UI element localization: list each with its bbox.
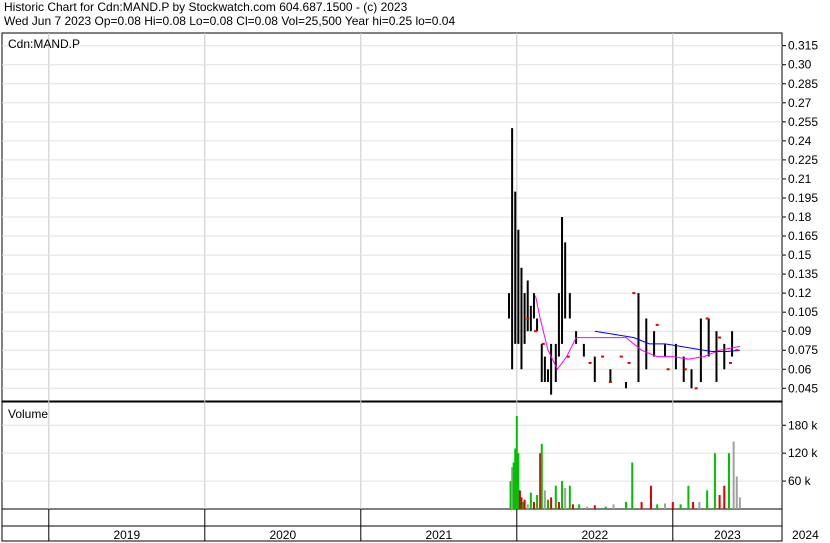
volume-bar	[529, 492, 532, 509]
price-tick-label: 0.18	[788, 210, 812, 224]
price-tick-label: 0.225	[788, 153, 818, 167]
red-price-mark	[608, 380, 612, 383]
volume-bar	[540, 443, 543, 509]
volume-bar	[557, 502, 560, 509]
red-price-mark	[735, 349, 739, 352]
volume-bar	[735, 476, 738, 509]
volume-bar	[532, 502, 535, 509]
price-tick-label: 0.315	[788, 39, 818, 53]
red-price-mark	[632, 292, 636, 295]
red-price-mark	[566, 355, 570, 358]
volume-bar	[727, 453, 730, 509]
red-price-mark	[541, 342, 545, 345]
volume-bar	[561, 481, 564, 509]
price-tick-label: 0.105	[788, 305, 818, 319]
volume-y-axis: 180 k 120 k 60 k	[782, 418, 818, 488]
red-price-mark	[729, 361, 733, 364]
volume-bar	[568, 485, 571, 509]
price-tick-label: 0.195	[788, 191, 818, 205]
price-tick-label: 0.045	[788, 381, 818, 395]
red-price-mark	[619, 355, 623, 358]
red-price-mark	[666, 368, 670, 371]
year-label: 2020	[269, 528, 296, 542]
red-price-mark	[534, 330, 538, 333]
volume-panel	[1, 401, 783, 510]
volume-bar	[625, 502, 627, 509]
price-tick-label: 0.24	[788, 134, 812, 148]
volume-bar	[679, 504, 682, 509]
volume-bar	[593, 505, 596, 509]
volume-bar	[550, 497, 553, 509]
price-tick-label: 0.135	[788, 267, 818, 281]
volume-bar	[523, 499, 526, 509]
red-price-mark	[526, 317, 530, 320]
price-y-axis: 0.315 0.30 0.285 0.27 0.255 0.24 0.225 0.21 0.19…	[782, 39, 818, 395]
volume-bar	[578, 504, 581, 509]
volume-bar	[649, 485, 652, 509]
red-price-mark	[655, 323, 659, 326]
volume-bar	[631, 462, 634, 509]
volume-bar	[586, 506, 588, 509]
volume-bar	[612, 504, 615, 509]
year-label: 2023	[714, 528, 741, 542]
price-tick-label: 0.285	[788, 77, 818, 91]
volume-bar	[664, 503, 666, 509]
volume-bar	[718, 495, 721, 509]
volume-bar	[543, 490, 546, 509]
volume-bar	[706, 490, 709, 509]
year-label: 2024	[792, 528, 819, 542]
volume-bar	[526, 504, 529, 509]
volume-bar	[671, 502, 674, 509]
volume-bar	[738, 497, 741, 509]
volume-bar	[713, 453, 716, 509]
volume-tick-label: 180 k	[788, 418, 818, 432]
volume-bar	[536, 495, 539, 509]
price-tick-label: 0.255	[788, 115, 818, 129]
volume-panel-title: Volume	[8, 407, 48, 421]
year-label: 2021	[425, 528, 452, 542]
volume-bar	[547, 499, 549, 509]
price-tick-label: 0.06	[788, 362, 812, 376]
volume-bar	[723, 485, 726, 509]
volume-tick-label: 120 k	[788, 446, 818, 460]
volume-bar	[604, 506, 607, 509]
red-price-mark	[627, 361, 631, 364]
volume-bar	[698, 502, 701, 509]
red-price-mark	[683, 368, 687, 371]
volume-bar	[640, 502, 643, 509]
price-tick-label: 0.30	[788, 58, 812, 72]
red-price-mark	[694, 387, 698, 390]
volume-bar	[571, 504, 574, 509]
red-price-mark	[705, 317, 709, 320]
volume-bar	[732, 441, 735, 509]
volume-bar	[692, 502, 695, 509]
red-price-mark	[601, 355, 605, 358]
price-panel-title: Cdn:MAND.P	[8, 37, 80, 51]
price-tick-label: 0.15	[788, 248, 812, 262]
volume-bar	[564, 488, 567, 509]
price-tick-label: 0.12	[788, 286, 812, 300]
volume-bar	[687, 485, 690, 509]
stock-chart: 0.315 0.30 0.285 0.27 0.255 0.24 0.225 0.21 0.19…	[1, 32, 819, 542]
year-label: 2022	[581, 528, 608, 542]
volume-bar	[554, 485, 557, 509]
red-price-mark	[718, 336, 722, 339]
volume-tick-label: 60 k	[788, 474, 812, 488]
red-price-mark	[588, 361, 592, 364]
year-label: 2019	[113, 528, 140, 542]
price-tick-label: 0.27	[788, 96, 812, 110]
volume-bar	[656, 504, 659, 509]
price-tick-label: 0.21	[788, 172, 812, 186]
price-tick-label: 0.09	[788, 324, 812, 338]
price-tick-label: 0.165	[788, 229, 818, 243]
price-tick-label: 0.075	[788, 343, 818, 357]
